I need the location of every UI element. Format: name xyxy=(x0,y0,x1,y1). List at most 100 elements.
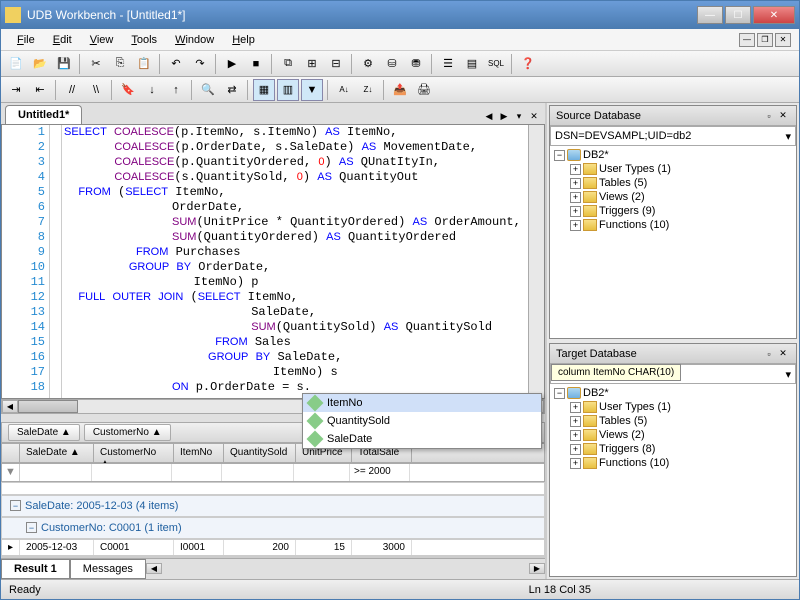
tool-h[interactable]: ▤ xyxy=(461,53,483,75)
expand-icon[interactable]: + xyxy=(570,402,581,413)
print-button[interactable]: 🖨 xyxy=(413,79,435,101)
mdi-close[interactable]: ✕ xyxy=(775,33,791,47)
mdi-minimize[interactable]: — xyxy=(739,33,755,47)
group-pill-customerno[interactable]: CustomerNo ▲ xyxy=(84,424,171,441)
tool-e[interactable]: ⛁ xyxy=(381,53,403,75)
tool-a[interactable]: ⧉ xyxy=(277,53,299,75)
mdi-restore[interactable]: ❐ xyxy=(757,33,773,47)
code-area[interactable]: SELECT COALESCE(p.ItemNo, s.ItemNo) AS I… xyxy=(62,125,528,398)
expand-icon[interactable]: + xyxy=(570,192,581,203)
filter-totalsale[interactable]: >= 2000 xyxy=(350,464,410,481)
ac-item-quantitysold[interactable]: QuantitySold xyxy=(303,412,541,430)
tree-node[interactable]: + Functions (10) xyxy=(552,218,794,232)
menu-view[interactable]: View xyxy=(82,32,122,48)
expand-icon[interactable]: + xyxy=(570,444,581,455)
view-mode-a[interactable]: ▦ xyxy=(253,79,275,101)
col-quantitysold[interactable]: QuantitySold xyxy=(224,444,296,462)
menu-edit[interactable]: Edit xyxy=(45,32,80,48)
group-row-saledate[interactable]: − SaleDate: 2005-12-03 (4 items) xyxy=(1,495,545,517)
tree-root[interactable]: − DB2* xyxy=(552,148,794,162)
expand-icon[interactable]: + xyxy=(570,458,581,469)
dsn-field[interactable]: column ItemNo CHAR(10) ▾ xyxy=(550,364,796,384)
tab-close[interactable]: ✕ xyxy=(527,110,541,124)
sql-button[interactable]: SQL xyxy=(485,53,507,75)
cut-button[interactable]: ✂ xyxy=(85,53,107,75)
minimize-button[interactable]: — xyxy=(697,6,723,24)
next-bookmark[interactable]: ↓ xyxy=(141,79,163,101)
tree-node[interactable]: + Views (2) xyxy=(552,428,794,442)
outdent-button[interactable]: ⇤ xyxy=(29,79,51,101)
paste-button[interactable]: 📋 xyxy=(133,53,155,75)
collapse-icon[interactable]: − xyxy=(26,522,37,533)
menu-help[interactable]: Help xyxy=(224,32,263,48)
menu-tools[interactable]: Tools xyxy=(123,32,165,48)
filter-icon[interactable]: ▼ xyxy=(2,464,20,481)
panel-dock-button[interactable]: ▫ xyxy=(762,347,776,361)
open-button[interactable]: 📂 xyxy=(29,53,51,75)
tree-node[interactable]: + Triggers (9) xyxy=(552,204,794,218)
group-pill-saledate[interactable]: SaleDate ▲ xyxy=(8,424,80,441)
doc-tab-active[interactable]: Untitled1* xyxy=(5,105,82,124)
find-button[interactable]: 🔍 xyxy=(197,79,219,101)
menu-window[interactable]: Window xyxy=(167,32,222,48)
scroll-left-button[interactable]: ◀ xyxy=(2,400,18,413)
scroll-right-button[interactable]: ▶ xyxy=(529,563,545,574)
tool-c[interactable]: ⊟ xyxy=(325,53,347,75)
stop-button[interactable]: ■ xyxy=(245,53,267,75)
ac-item-itemno[interactable]: ItemNo xyxy=(303,394,541,412)
tree-node[interactable]: + User Types (1) xyxy=(552,162,794,176)
tab-result1[interactable]: Result 1 xyxy=(1,559,70,579)
col-itemno[interactable]: ItemNo xyxy=(174,444,224,462)
sort-asc-button[interactable]: A↓ xyxy=(333,79,355,101)
scroll-thumb[interactable] xyxy=(18,400,78,413)
expand-icon[interactable]: + xyxy=(570,206,581,217)
dsn-field[interactable]: DSN=DEVSAMPL;UID=db2 ▾ xyxy=(550,126,796,146)
tree-node[interactable]: + Triggers (8) xyxy=(552,442,794,456)
maximize-button[interactable]: ☐ xyxy=(725,6,751,24)
expand-icon[interactable]: + xyxy=(570,220,581,231)
data-row[interactable]: ▸2005-12-03C0001I0001200153000 xyxy=(1,539,545,556)
expand-icon[interactable]: + xyxy=(570,416,581,427)
bookmark-button[interactable]: 🔖 xyxy=(117,79,139,101)
comment-button[interactable]: // xyxy=(61,79,83,101)
fold-gutter[interactable] xyxy=(50,125,62,398)
expand-icon[interactable]: + xyxy=(570,178,581,189)
help-button[interactable]: ❓ xyxy=(517,53,539,75)
sql-editor[interactable]: 123456789101112131415161718 SELECT COALE… xyxy=(1,124,545,399)
uncomment-button[interactable]: \\ xyxy=(85,79,107,101)
col-saledate[interactable]: SaleDate ▲ xyxy=(20,444,94,462)
tree-node[interactable]: + User Types (1) xyxy=(552,400,794,414)
tool-d[interactable]: ⚙ xyxy=(357,53,379,75)
tab-dropdown[interactable]: ▾ xyxy=(512,110,526,124)
tree-node[interactable]: + Tables (5) xyxy=(552,176,794,190)
run-button[interactable]: ▶ xyxy=(221,53,243,75)
tab-messages[interactable]: Messages xyxy=(70,559,146,579)
tab-next[interactable]: ▶ xyxy=(497,110,511,124)
collapse-icon[interactable]: − xyxy=(10,500,21,511)
expand-icon[interactable]: + xyxy=(570,164,581,175)
panel-dock-button[interactable]: ▫ xyxy=(762,109,776,123)
export-button[interactable]: 📤 xyxy=(389,79,411,101)
filter-button[interactable]: ▼ xyxy=(301,79,323,101)
tool-b[interactable]: ⊞ xyxy=(301,53,323,75)
panel-close-button[interactable]: ✕ xyxy=(776,109,790,123)
redo-button[interactable]: ↷ xyxy=(189,53,211,75)
replace-button[interactable]: ⇄ xyxy=(221,79,243,101)
panel-close-button[interactable]: ✕ xyxy=(776,347,790,361)
copy-button[interactable]: ⎘ xyxy=(109,53,131,75)
prev-bookmark[interactable]: ↑ xyxy=(165,79,187,101)
col-customerno[interactable]: CustomerNo ▲ xyxy=(94,444,174,462)
tree-node[interactable]: + Functions (10) xyxy=(552,456,794,470)
sort-desc-button[interactable]: Z↓ xyxy=(357,79,379,101)
undo-button[interactable]: ↶ xyxy=(165,53,187,75)
tool-f[interactable]: ⛃ xyxy=(405,53,427,75)
tree-root[interactable]: − DB2* xyxy=(552,386,794,400)
expand-icon[interactable]: + xyxy=(570,430,581,441)
collapse-icon[interactable]: − xyxy=(554,388,565,399)
tool-g[interactable]: ☰ xyxy=(437,53,459,75)
collapse-icon[interactable]: − xyxy=(554,150,565,161)
view-mode-b[interactable]: ▥ xyxy=(277,79,299,101)
group-row-customerno[interactable]: − CustomerNo: C0001 (1 item) xyxy=(1,517,545,539)
tree-node[interactable]: + Tables (5) xyxy=(552,414,794,428)
vscrollbar[interactable] xyxy=(528,125,544,398)
